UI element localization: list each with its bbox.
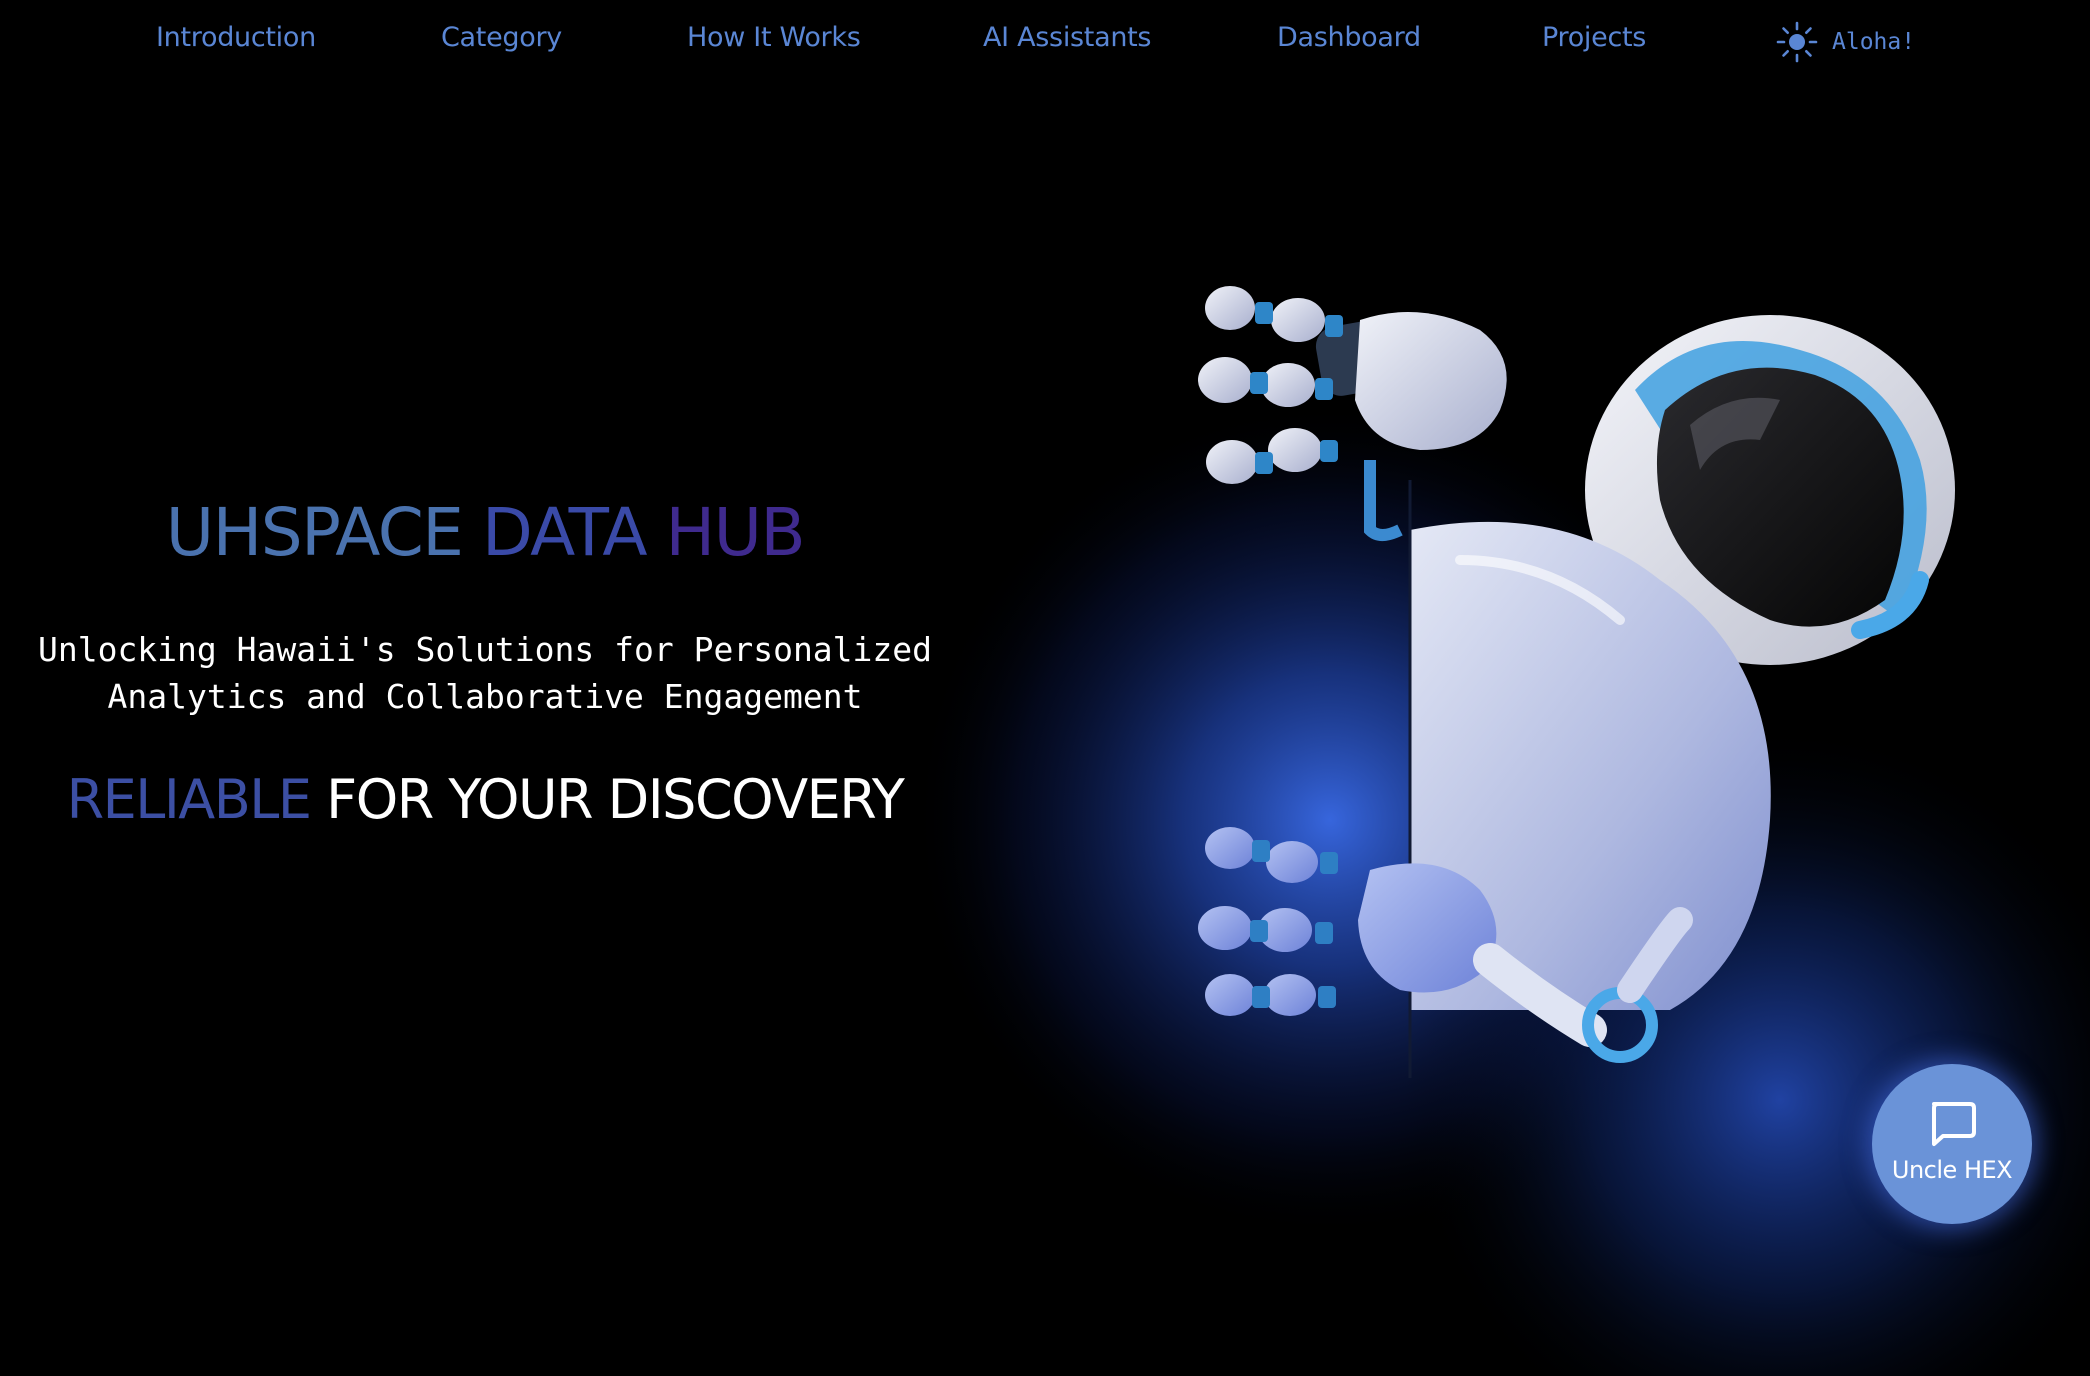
hero-title-word-3: HUB [665, 494, 805, 571]
chat-bubble-icon [1932, 1102, 1976, 1146]
theme-toggle[interactable]: Aloha! [1776, 20, 1915, 64]
hero-tagline-rest: FOR YOUR DISCOVERY [326, 768, 905, 831]
hero-tagline-accent: RELIABLE [66, 768, 312, 831]
hero-subtitle: Unlocking Hawaii's Solutions for Persona… [0, 626, 970, 720]
nav-dashboard[interactable]: Dashboard [1277, 22, 1421, 53]
chat-assistant-button[interactable]: Uncle HEX [1872, 1064, 2032, 1224]
hero-title-word-1: UHSPACE [165, 494, 464, 571]
hero-subtitle-line-1: Unlocking Hawaii's Solutions for Persona… [37, 630, 933, 669]
nav-category[interactable]: Category [441, 22, 562, 53]
nav-ai-assistants[interactable]: AI Assistants [983, 22, 1151, 53]
sun-icon [1776, 21, 1818, 63]
hero-title-word-2: DATA [481, 494, 648, 571]
theme-toggle-label: Aloha! [1832, 29, 1916, 55]
nav-introduction[interactable]: Introduction [156, 22, 316, 53]
hero-title: UHSPACE DATA HUB [0, 493, 970, 573]
nav-projects[interactable]: Projects [1542, 22, 1646, 53]
hero-subtitle-line-2: Analytics and Collaborative Engagement [107, 677, 863, 716]
nav-how-it-works[interactable]: How It Works [687, 22, 861, 53]
top-navigation: Introduction Category How It Works AI As… [0, 0, 2090, 82]
chat-button-label: Uncle HEX [1891, 1156, 2013, 1184]
hero-tagline: RELIABLE FOR YOUR DISCOVERY [0, 764, 970, 836]
